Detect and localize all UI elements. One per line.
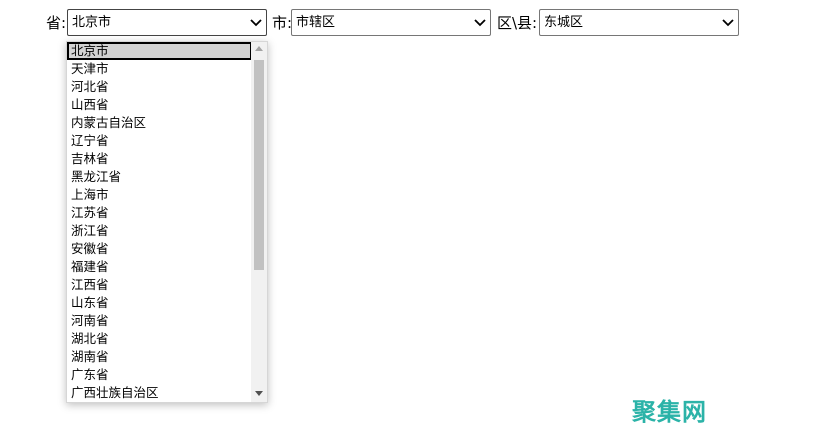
province-option[interactable]: 浙江省 xyxy=(67,222,252,240)
province-option[interactable]: 辽宁省 xyxy=(67,132,252,150)
watermark-logo: 聚集网 xyxy=(632,398,707,426)
province-select-value: 北京市 xyxy=(72,15,112,30)
province-option[interactable]: 河北省 xyxy=(67,78,252,96)
province-options: 北京市 天津市 河北省 山西省 内蒙古自治区 辽宁省 吉林省 黑龙江省 上海市 江苏省 浙江省 安徽省… xyxy=(67,42,252,402)
province-select[interactable]: 北京市 xyxy=(67,9,267,36)
province-label: 省: xyxy=(46,14,67,32)
province-option[interactable]: 上海市 xyxy=(67,186,252,204)
province-option[interactable]: 江西省 xyxy=(67,276,252,294)
city-label: 市: xyxy=(272,14,293,32)
dropdown-scrollbar[interactable] xyxy=(251,42,267,402)
scroll-up-arrow-icon[interactable] xyxy=(255,46,263,51)
province-option[interactable]: 广西壮族自治区 xyxy=(67,384,252,402)
district-label: 区\县: xyxy=(497,14,538,32)
province-option[interactable]: 天津市 xyxy=(67,60,252,78)
province-option[interactable]: 山西省 xyxy=(67,96,252,114)
city-select-value: 市辖区 xyxy=(296,15,336,30)
scrollbar-thumb[interactable] xyxy=(254,60,264,270)
city-select[interactable]: 市辖区 xyxy=(291,9,491,36)
province-option[interactable]: 湖北省 xyxy=(67,330,252,348)
province-option[interactable]: 山东省 xyxy=(67,294,252,312)
scroll-down-arrow-icon[interactable] xyxy=(255,391,263,396)
province-option[interactable]: 安徽省 xyxy=(67,240,252,258)
district-select-value: 东城区 xyxy=(544,15,584,30)
province-option[interactable]: 福建省 xyxy=(67,258,252,276)
province-option[interactable]: 北京市 xyxy=(67,42,252,60)
province-option[interactable]: 吉林省 xyxy=(67,150,252,168)
chevron-down-icon xyxy=(250,19,262,27)
province-option[interactable]: 内蒙古自治区 xyxy=(67,114,252,132)
province-option[interactable]: 黑龙江省 xyxy=(67,168,252,186)
province-option[interactable]: 河南省 xyxy=(67,312,252,330)
province-option[interactable]: 江苏省 xyxy=(67,204,252,222)
province-dropdown-list[interactable]: 北京市 天津市 河北省 山西省 内蒙古自治区 辽宁省 吉林省 黑龙江省 上海市 江苏省 浙江省 安徽省… xyxy=(66,41,268,403)
district-select[interactable]: 东城区 xyxy=(539,9,739,36)
province-option[interactable]: 广东省 xyxy=(67,366,252,384)
chevron-down-icon xyxy=(474,19,486,27)
province-option[interactable]: 湖南省 xyxy=(67,348,252,366)
chevron-down-icon xyxy=(722,19,734,27)
